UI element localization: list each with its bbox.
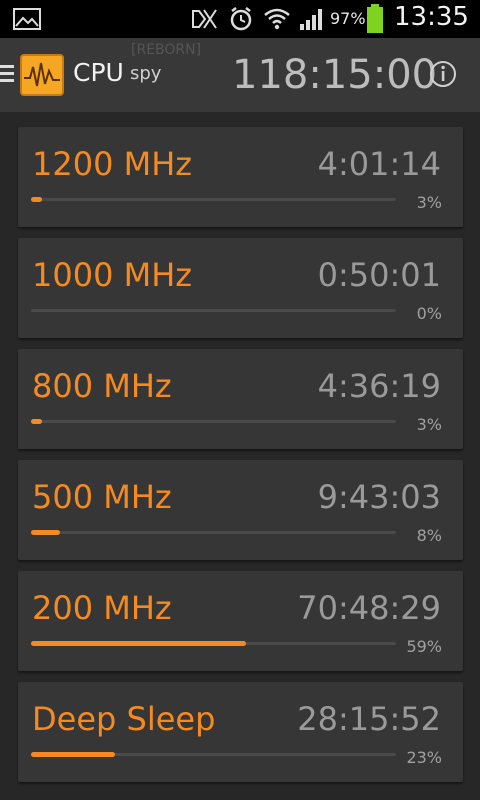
state-progress-fill xyxy=(31,530,61,535)
cpu-state-card[interactable]: 200 MHz 70:48:29 59% xyxy=(18,571,463,671)
battery-percent: 97% xyxy=(330,9,366,28)
state-progress-track xyxy=(31,530,396,535)
state-time: 0:50:01 xyxy=(317,256,441,294)
cpu-state-card[interactable]: 800 MHz 4:36:19 3% xyxy=(18,349,463,449)
cpu-state-card[interactable]: 500 MHz 9:43:03 8% xyxy=(18,460,463,560)
state-percent: 23% xyxy=(406,748,442,767)
action-bar: CPU spy [REBORN] 118:15:00 xyxy=(0,38,480,112)
state-progress-fill xyxy=(31,752,115,757)
info-icon[interactable] xyxy=(429,60,457,88)
state-percent: 3% xyxy=(416,415,442,434)
state-percent: 3% xyxy=(416,193,442,212)
state-time: 4:36:19 xyxy=(317,367,441,405)
state-time: 4:01:14 xyxy=(317,145,441,183)
status-time: 13:35 xyxy=(394,2,469,32)
app-name-spy: spy xyxy=(130,63,162,84)
wifi-icon xyxy=(264,8,290,30)
state-label: Deep Sleep xyxy=(32,700,216,738)
state-percent: 8% xyxy=(416,526,442,545)
app-logo-icon[interactable] xyxy=(20,54,64,96)
state-label: 1200 MHz xyxy=(32,145,193,183)
cpu-state-list: 1200 MHz 4:01:14 3% 1000 MHz 0:50:01 0% 800 MH… xyxy=(18,127,463,793)
cpu-state-card[interactable]: 1200 MHz 4:01:14 3% xyxy=(18,127,463,227)
menu-icon[interactable] xyxy=(0,65,14,85)
cell-signal-icon xyxy=(300,9,322,30)
state-progress-track xyxy=(31,419,396,424)
alarm-icon xyxy=(230,7,252,31)
state-progress-track xyxy=(31,641,396,646)
state-progress-fill xyxy=(31,197,42,202)
state-time: 70:48:29 xyxy=(297,589,441,627)
state-percent: 0% xyxy=(416,304,442,323)
state-label: 1000 MHz xyxy=(32,256,193,294)
state-progress-fill xyxy=(31,641,247,646)
state-progress-fill xyxy=(31,419,42,424)
state-label: 200 MHz xyxy=(32,589,172,627)
cpu-state-card[interactable]: Deep Sleep 28:15:52 23% xyxy=(18,682,463,782)
cpu-state-card[interactable]: 1000 MHz 0:50:01 0% xyxy=(18,238,463,338)
state-progress-track xyxy=(31,197,396,202)
app-name-cpu: CPU xyxy=(73,58,124,87)
state-percent: 59% xyxy=(406,637,442,656)
battery-charging-icon xyxy=(367,4,383,33)
state-label: 800 MHz xyxy=(32,367,172,405)
state-progress-track xyxy=(31,752,396,757)
signal-muted-icon xyxy=(192,9,217,29)
total-time: 118:15:00 xyxy=(232,52,438,98)
image-icon xyxy=(13,8,41,30)
app-edition-badge: [REBORN] xyxy=(131,42,202,58)
status-bar: 97% 13:35 xyxy=(0,0,480,38)
state-label: 500 MHz xyxy=(32,478,172,516)
state-time: 28:15:52 xyxy=(297,700,441,738)
state-time: 9:43:03 xyxy=(317,478,441,516)
state-progress-track xyxy=(31,309,396,312)
